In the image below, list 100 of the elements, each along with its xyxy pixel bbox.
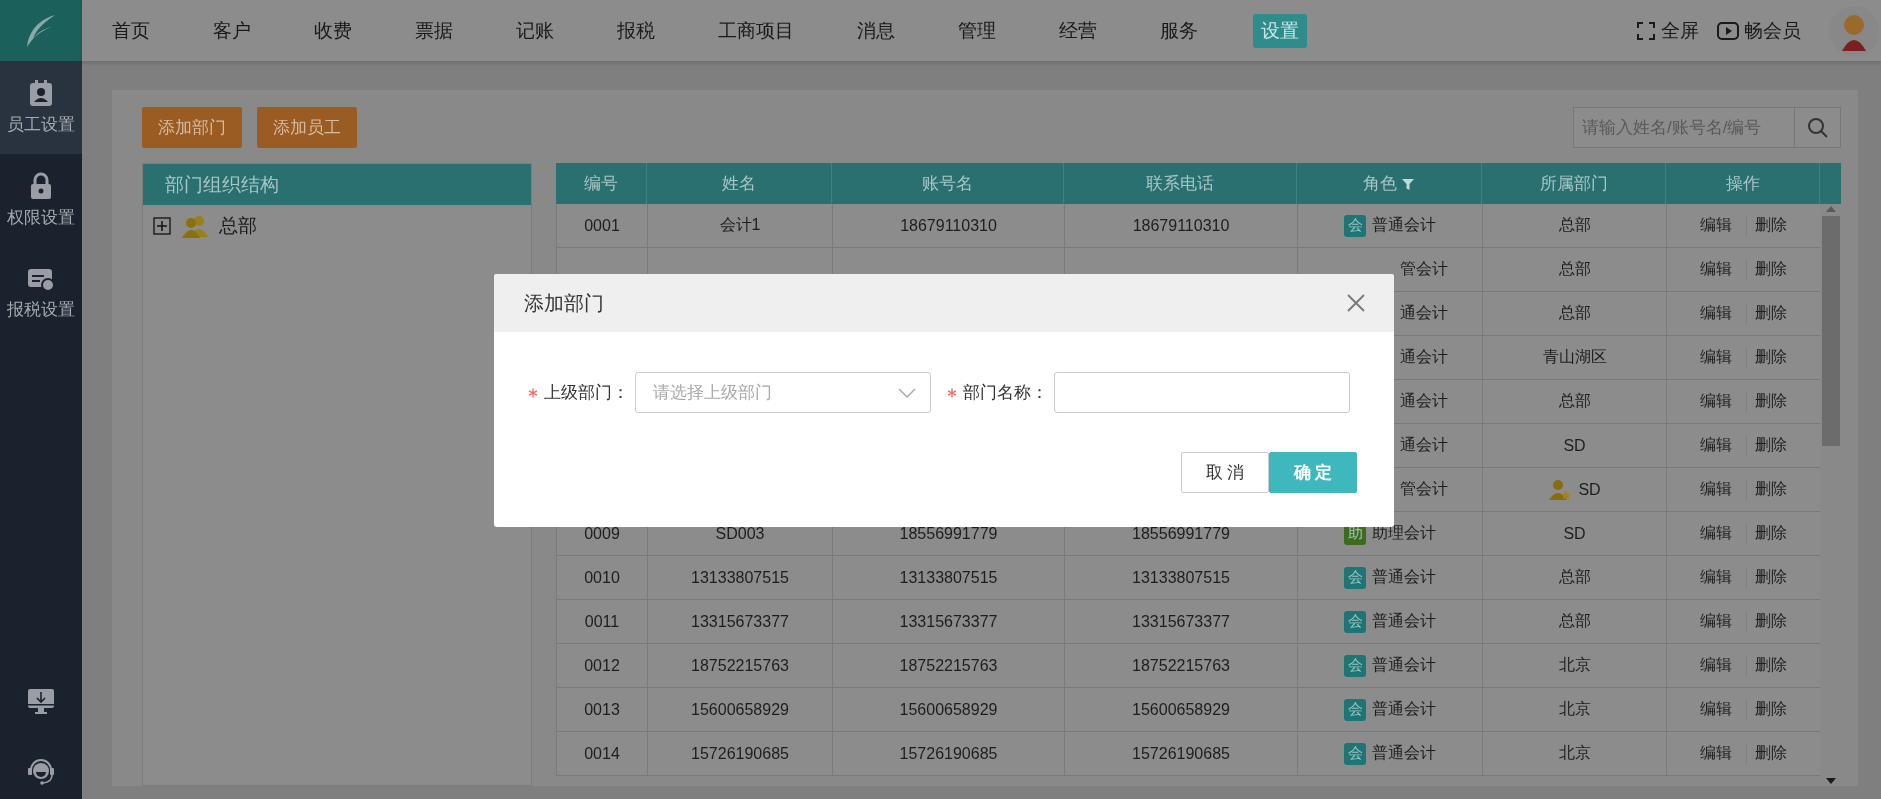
edit-link[interactable]: 编辑 bbox=[1692, 611, 1740, 632]
table-cell: 13315673377 bbox=[1132, 612, 1230, 631]
nav-tab[interactable]: 工商项目 bbox=[710, 13, 802, 48]
table-cell-text: 青山湖区 bbox=[1542, 347, 1607, 367]
table-cell-text: 总部 bbox=[1558, 303, 1591, 323]
nav-tab[interactable]: 服务 bbox=[1152, 13, 1206, 48]
table-cell: 18752215763 bbox=[899, 656, 998, 675]
delete-link[interactable]: 删除 bbox=[1746, 567, 1795, 588]
cancel-button[interactable]: 取 消 bbox=[1181, 452, 1269, 493]
role-badge: 会 bbox=[1344, 742, 1366, 765]
nav-tab[interactable]: 设置 bbox=[1253, 13, 1307, 48]
role-badge: 会 bbox=[1344, 566, 1366, 589]
table-cell-text: 总部 bbox=[1558, 567, 1591, 587]
nav-tab[interactable]: 票据 bbox=[407, 13, 461, 48]
edit-link[interactable]: 编辑 bbox=[1692, 435, 1740, 456]
edit-link[interactable]: 编辑 bbox=[1692, 479, 1740, 500]
nav-tab[interactable]: 收费 bbox=[306, 13, 360, 48]
nav-tab[interactable]: 记账 bbox=[508, 13, 562, 48]
search-icon bbox=[1806, 116, 1829, 139]
play-icon bbox=[1717, 21, 1739, 40]
delete-link[interactable]: 删除 bbox=[1746, 391, 1795, 412]
nav-tab[interactable]: 消息 bbox=[849, 13, 903, 48]
delete-link[interactable]: 删除 bbox=[1746, 347, 1795, 368]
nav-tab[interactable]: 首页 bbox=[104, 13, 158, 48]
table-cell: 0011 bbox=[584, 612, 620, 631]
nav-tab[interactable]: 报税 bbox=[609, 13, 663, 48]
table-cell: 13133807515 bbox=[1132, 568, 1230, 587]
table-cell: 13315673377 bbox=[691, 612, 789, 631]
dialog-title: 添加部门 bbox=[524, 290, 604, 316]
sidebar-item[interactable]: 员工设置 bbox=[0, 61, 82, 154]
table-cell: 0014 bbox=[584, 744, 620, 763]
field-label: 上级部门： bbox=[544, 382, 629, 404]
sidebar-item[interactable]: 报税设置 bbox=[0, 247, 82, 340]
add-button[interactable]: 添加员工 bbox=[257, 107, 357, 148]
edit-link[interactable]: 编辑 bbox=[1692, 215, 1740, 236]
close-icon bbox=[1346, 293, 1366, 313]
table-cell: 13315673377 bbox=[899, 612, 998, 631]
id-card-icon bbox=[28, 79, 54, 107]
table-cell-text: 北京 bbox=[1558, 655, 1591, 675]
role-text: 普通会计 bbox=[1372, 611, 1436, 631]
add-button[interactable]: 添加部门 bbox=[142, 107, 242, 148]
edit-link[interactable]: 编辑 bbox=[1692, 347, 1740, 368]
delete-link[interactable]: 删除 bbox=[1746, 435, 1795, 456]
edit-link[interactable]: 编辑 bbox=[1692, 303, 1740, 324]
top-action-link[interactable]: 全屏 bbox=[1636, 17, 1699, 44]
table-cell: 18752215763 bbox=[1132, 656, 1230, 675]
delete-link[interactable]: 删除 bbox=[1746, 523, 1795, 544]
edit-link[interactable]: 编辑 bbox=[1692, 743, 1740, 764]
delete-link[interactable]: 删除 bbox=[1746, 611, 1795, 632]
search-button[interactable] bbox=[1795, 107, 1841, 148]
delete-link[interactable]: 删除 bbox=[1746, 479, 1795, 500]
people-icon bbox=[181, 214, 209, 238]
delete-link[interactable]: 删除 bbox=[1746, 259, 1795, 280]
table-cell: 0012 bbox=[584, 656, 620, 675]
role-text: 普通会计 bbox=[1372, 215, 1436, 235]
delete-link[interactable]: 删除 bbox=[1746, 655, 1795, 676]
top-action-link[interactable]: 畅会员 bbox=[1717, 17, 1801, 44]
input-field[interactable] bbox=[1054, 372, 1350, 413]
table-cell: 18679110310 bbox=[1132, 216, 1230, 235]
edit-link[interactable]: 编辑 bbox=[1692, 567, 1740, 588]
delete-link[interactable]: 删除 bbox=[1746, 699, 1795, 720]
field-label: 部门名称： bbox=[963, 382, 1048, 404]
role-text: 普通会计 bbox=[1372, 655, 1436, 675]
table-cell: 15726190685 bbox=[691, 744, 789, 763]
table-cell: 18752215763 bbox=[691, 656, 789, 675]
delete-link[interactable]: 删除 bbox=[1746, 743, 1795, 764]
table-cell: SD bbox=[1563, 524, 1586, 543]
chevron-down-icon bbox=[898, 386, 916, 399]
table-cell: 0013 bbox=[584, 700, 620, 719]
role-text: 管会计 bbox=[1400, 479, 1448, 499]
edit-link[interactable]: 编辑 bbox=[1692, 391, 1740, 412]
card-icon bbox=[27, 266, 55, 292]
delete-link[interactable]: 删除 bbox=[1746, 303, 1795, 324]
sidebar-item[interactable]: 权限设置 bbox=[0, 154, 82, 247]
edit-link[interactable]: 编辑 bbox=[1692, 523, 1740, 544]
monitor-download-icon bbox=[27, 687, 55, 715]
fullscreen-icon bbox=[1636, 20, 1656, 41]
edit-link[interactable]: 编辑 bbox=[1692, 699, 1740, 720]
table-cell: 0001 bbox=[584, 216, 620, 235]
table-cell: 15726190685 bbox=[1132, 744, 1230, 763]
delete-link[interactable]: 删除 bbox=[1746, 215, 1795, 236]
table-cell-text: 北京 bbox=[1558, 743, 1591, 763]
role-badge: 会 bbox=[1344, 698, 1366, 721]
table-cell: 18556991779 bbox=[899, 524, 998, 543]
edit-link[interactable]: 编辑 bbox=[1692, 655, 1740, 676]
edit-link[interactable]: 编辑 bbox=[1692, 259, 1740, 280]
table-cell-text: 会计1 bbox=[719, 215, 761, 235]
nav-tab[interactable]: 管理 bbox=[950, 13, 1004, 48]
nav-tab[interactable]: 客户 bbox=[205, 13, 259, 48]
table-cell: 15600658929 bbox=[691, 700, 789, 719]
panel-title: 部门组织结构 bbox=[143, 164, 531, 205]
nav-tab[interactable]: 经营 bbox=[1051, 13, 1105, 48]
table-cell: 13133807515 bbox=[691, 568, 789, 587]
table-cell: 18556991779 bbox=[1132, 524, 1230, 543]
role-text: 普通会计 bbox=[1372, 567, 1436, 587]
table-cell: SD bbox=[1578, 480, 1601, 499]
table-cell: SD003 bbox=[715, 524, 765, 543]
role-text: 通会计 bbox=[1400, 303, 1448, 323]
tree-node[interactable]: 总部 bbox=[143, 205, 531, 247]
table-cell: 18679110310 bbox=[900, 216, 997, 235]
